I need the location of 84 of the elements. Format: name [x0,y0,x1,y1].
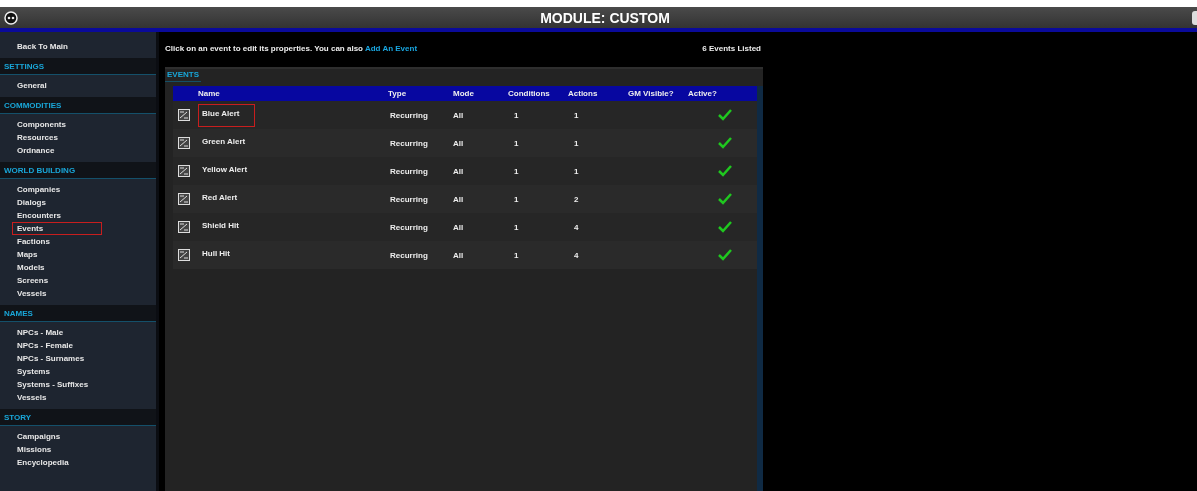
column-header: Name [198,89,220,98]
sidebar-item[interactable]: Missions [12,443,102,456]
table-cell: 4 [574,250,579,260]
table-cell: Recurring [390,194,428,204]
window-title: MODULE: CUSTOM [539,9,671,26]
table-cell: 1 [514,222,519,232]
intro-text: Click on an event to edit its properties. You can also Add An Event [165,44,418,53]
table-cell: All [453,250,464,260]
sidebar-item[interactable]: NPCs - Surnames [12,352,102,365]
section-heading: NAMES [0,305,156,322]
event-count: 6 Events Listed [702,44,761,53]
edit-icon[interactable] [178,109,190,121]
sidebar-item[interactable]: Ordnance [12,144,102,157]
edit-icon[interactable] [178,165,190,177]
sidebar-item[interactable]: Screens [12,274,102,287]
sidebar-item[interactable]: Models [12,261,102,274]
edit-icon[interactable] [178,249,190,261]
event-name[interactable]: Yellow Alert [198,159,263,183]
table-row[interactable]: Shield Hit Recurring All 1 4 [173,213,757,241]
table-cell: All [453,166,464,176]
table-row[interactable]: Hull Hit Recurring All 1 4 [173,241,757,269]
column-header: Actions [568,89,598,98]
column-header: Type [388,89,407,98]
logo-icon [4,10,18,25]
column-header: Conditions [508,89,550,98]
table-cell: 1 [574,138,579,148]
event-name[interactable]: Green Alert [198,131,261,155]
sidebar-item[interactable]: NPCs - Female [12,339,102,352]
section-heading: STORY [0,409,156,426]
table-cell: 2 [574,194,579,204]
section-heading: SETTINGS [0,58,156,75]
edit-icon[interactable] [178,193,190,205]
sidebar-item[interactable]: Companies [12,183,102,196]
sidebar-item[interactable]: Vessels [12,287,102,300]
sidebar-item[interactable]: Components [12,118,102,131]
sidebar-item[interactable]: Back To Main [12,40,102,53]
table-cell: 1 [514,194,519,204]
column-header: Mode [453,89,474,98]
table-cell: 1 [514,110,519,120]
sidebar-item[interactable]: NPCs - Male [12,326,102,339]
table-cell: Recurring [390,250,428,260]
table-cell: 1 [574,110,579,120]
edit-icon[interactable] [178,137,190,149]
column-header: Active? [688,89,717,98]
table-cell: 1 [514,250,519,260]
sidebar-item[interactable]: Campaigns [12,430,102,443]
sidebar-item[interactable]: Factions [12,235,102,248]
event-name[interactable]: Red Alert [198,187,253,211]
sidebar-item[interactable]: Events [12,222,102,235]
panel-title: EVENTS [165,69,201,82]
table-cell: 1 [514,166,519,176]
table-row[interactable]: Green Alert Recurring All 1 1 [173,129,757,157]
table-cell: All [453,138,464,148]
column-header: GM Visible? [628,89,674,98]
edit-icon[interactable] [178,221,190,233]
table-cell: 4 [574,222,579,232]
event-name[interactable]: Blue Alert [198,103,255,127]
table-cell: 1 [514,138,519,148]
sidebar-item[interactable]: Maps [12,248,102,261]
table-cell: Recurring [390,222,428,232]
table-cell: Recurring [390,166,428,176]
table-cell: All [453,110,464,120]
sidebar-item[interactable]: Encounters [12,209,102,222]
sidebar-item[interactable]: Systems [12,365,102,378]
event-name[interactable]: Shield Hit [198,215,254,239]
table-cell: Recurring [390,110,428,120]
section-heading: COMMODITIES [0,97,156,114]
table-row[interactable]: Yellow Alert Recurring All 1 1 [173,157,757,185]
sidebar-item[interactable]: Systems - Suffixes [12,378,102,391]
table-cell: 1 [574,166,579,176]
sidebar-item[interactable]: Encyclopedia [12,456,102,469]
window-edge-icon [1192,10,1197,25]
sidebar-item[interactable]: Dialogs [12,196,102,209]
table-cell: All [453,222,464,232]
table-row[interactable]: Red Alert Recurring All 1 2 [173,185,757,213]
table-row[interactable]: Blue Alert Recurring All 1 1 [173,101,757,129]
section-heading: WORLD BUILDING [0,162,156,179]
sidebar-item[interactable]: Vessels [12,391,102,404]
table-cell: All [453,194,464,204]
sidebar-item[interactable]: Resources [12,131,102,144]
table-cell: Recurring [390,138,428,148]
add-event-link[interactable]: Add An Event [364,44,418,53]
event-name[interactable]: Hull Hit [198,243,245,267]
sidebar-item[interactable]: General [12,79,102,92]
